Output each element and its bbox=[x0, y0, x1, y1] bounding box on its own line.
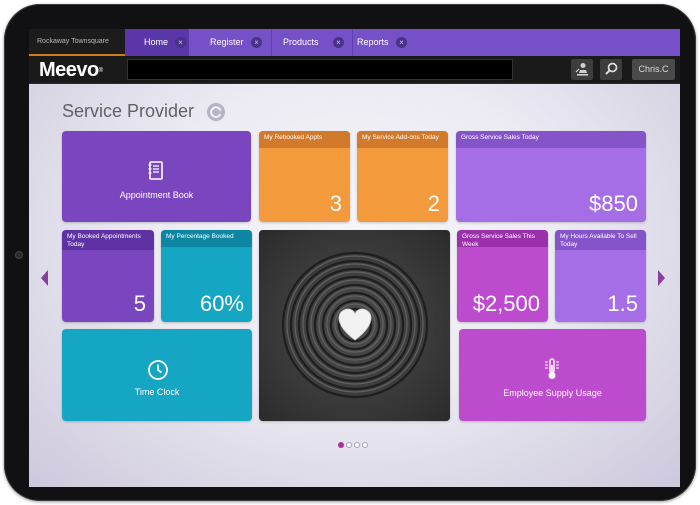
tab-bar: Rockaway Townsquare Home × Register × Pr… bbox=[29, 29, 680, 56]
tab-home-close-icon[interactable]: × bbox=[175, 37, 186, 48]
tab-register[interactable]: Register × bbox=[189, 29, 271, 56]
user-stamp-icon bbox=[575, 63, 588, 76]
tab-products-label: Products bbox=[283, 37, 319, 47]
tab-products[interactable]: Products × bbox=[272, 29, 352, 56]
gross-service-sales-today-header: Gross Service Sales Today bbox=[456, 131, 646, 148]
camera bbox=[15, 251, 23, 259]
tab-register-close-icon[interactable]: × bbox=[251, 37, 262, 48]
service-addons-header: My Service Add-ons Today bbox=[357, 131, 448, 148]
booked-appts-tile[interactable]: My Booked Appointments Today 5 bbox=[62, 230, 154, 322]
service-addons-tile[interactable]: My Service Add-ons Today 2 bbox=[357, 131, 448, 222]
user-menu-button[interactable]: Chris.C bbox=[632, 59, 675, 80]
page-title: Service Provider bbox=[62, 101, 195, 121]
tablet-frame: Rockaway Townsquare Home × Register × Pr… bbox=[4, 4, 696, 501]
rebooked-appts-tile[interactable]: My Rebooked Appts 3 bbox=[259, 131, 350, 222]
hours-available-value: 1.5 bbox=[607, 291, 638, 316]
appointment-book-label: Appointment Book bbox=[119, 190, 194, 200]
clock-icon bbox=[148, 360, 168, 380]
next-page-arrow-icon[interactable] bbox=[658, 270, 665, 286]
page-dot[interactable] bbox=[346, 442, 352, 448]
logo-text: Meevo bbox=[39, 59, 99, 81]
gross-service-sales-week-header: Gross Service Sales This Week bbox=[457, 230, 548, 248]
app-screen: Rockaway Townsquare Home × Register × Pr… bbox=[29, 29, 680, 487]
percentage-booked-value: 60% bbox=[199, 291, 244, 316]
location-tab[interactable]: Rockaway Townsquare bbox=[29, 29, 125, 56]
tab-products-close-icon[interactable]: × bbox=[333, 37, 344, 48]
page-indicator bbox=[338, 442, 378, 448]
search-button[interactable] bbox=[600, 59, 622, 80]
gross-service-sales-week-value: $2,500 bbox=[472, 291, 540, 316]
page-dot[interactable] bbox=[354, 442, 360, 448]
rebooked-appts-value: 3 bbox=[329, 191, 342, 216]
zen-sand-image bbox=[259, 230, 450, 421]
tab-reports-label: Reports bbox=[357, 37, 389, 47]
tab-register-label: Register bbox=[210, 37, 244, 47]
booked-appts-value: 5 bbox=[133, 291, 146, 316]
percentage-booked-tile[interactable]: My Percentage Booked 60% bbox=[161, 230, 252, 322]
percentage-booked-header: My Percentage Booked bbox=[161, 230, 252, 247]
zen-image-tile bbox=[259, 230, 450, 421]
tab-reports[interactable]: Reports × bbox=[353, 29, 415, 56]
page-dot[interactable] bbox=[362, 442, 368, 448]
hours-available-tile[interactable]: My Hours Available To Sell Today 1.5 bbox=[555, 230, 646, 322]
gross-service-sales-today-tile[interactable]: Gross Service Sales Today $850 bbox=[456, 131, 646, 222]
employee-supply-usage-tile[interactable]: Employee Supply Usage bbox=[459, 329, 646, 421]
search-icon bbox=[605, 62, 618, 75]
hours-available-header: My Hours Available To Sell Today bbox=[555, 230, 646, 250]
rebooked-appts-header: My Rebooked Appts bbox=[259, 131, 350, 148]
time-clock-label: Time Clock bbox=[134, 387, 180, 397]
refresh-icon bbox=[210, 106, 222, 118]
refresh-button[interactable] bbox=[207, 103, 225, 121]
prev-page-arrow-icon[interactable] bbox=[41, 270, 48, 286]
time-clock-tile[interactable]: Time Clock bbox=[62, 329, 252, 421]
header-search-bar[interactable] bbox=[127, 59, 513, 80]
tab-reports-close-icon[interactable]: × bbox=[396, 37, 407, 48]
page-dot[interactable] bbox=[338, 442, 344, 448]
gross-service-sales-week-tile[interactable]: Gross Service Sales This Week $2,500 bbox=[457, 230, 548, 322]
tab-home-label: Home bbox=[144, 37, 169, 47]
booked-appts-header: My Booked Appointments Today bbox=[62, 230, 154, 250]
book-icon bbox=[148, 161, 163, 180]
user-stamp-button[interactable] bbox=[571, 59, 593, 80]
service-addons-value: 2 bbox=[427, 191, 440, 216]
gross-service-sales-today-value: $850 bbox=[589, 191, 638, 216]
thermometer-icon bbox=[545, 358, 559, 379]
tab-home[interactable]: Home × bbox=[125, 29, 189, 56]
meevo-logo: Meevo® bbox=[39, 59, 103, 81]
app-header: Meevo® Chris.C bbox=[29, 56, 680, 84]
employee-supply-usage-label: Employee Supply Usage bbox=[503, 388, 602, 398]
logo-registered-mark: ® bbox=[98, 68, 103, 74]
appointment-book-tile[interactable]: Appointment Book bbox=[62, 131, 251, 222]
